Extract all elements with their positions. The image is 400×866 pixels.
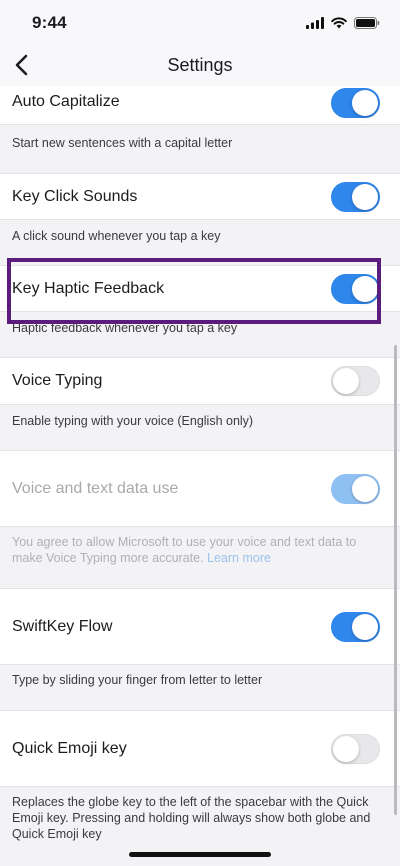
description-text: Start new sentences with a capital lette…: [12, 136, 233, 150]
setting-label: Voice and text data use: [12, 479, 179, 497]
setting-description-voice-and-text-data-use: You agree to allow Microsoft to use your…: [0, 527, 400, 589]
description-text: Type by sliding your finger from letter …: [12, 673, 263, 687]
setting-description-key-click-sounds: A click sound whenever you tap a key: [0, 220, 400, 266]
setting-row-key-haptic-feedback: Key Haptic Feedback: [0, 266, 400, 312]
description-text: Haptic feedback whenever you tap a key: [12, 321, 238, 335]
status-time: 9:44: [32, 13, 67, 32]
toggle-auto-capitalize[interactable]: [331, 88, 380, 118]
setting-label: Key Click Sounds: [12, 187, 138, 205]
toggle-knob: [352, 90, 378, 116]
description-text: Replaces the globe key to the left of th…: [12, 795, 371, 841]
setting-row-quick-emoji-key: Quick Emoji key: [0, 711, 400, 787]
status-icons: [306, 16, 380, 30]
scrollbar[interactable]: [394, 345, 397, 815]
description-text: A click sound whenever you tap a key: [12, 229, 221, 243]
toggle-key-haptic-feedback[interactable]: [331, 273, 380, 304]
setting-row-voice-typing: Voice Typing: [0, 358, 400, 405]
signal-icon: [306, 17, 324, 29]
setting-row-key-click-sounds: Key Click Sounds: [0, 174, 400, 220]
setting-description-key-haptic-feedback: Haptic feedback whenever you tap a key: [0, 312, 400, 358]
toggle-knob: [352, 613, 378, 640]
page-title: Settings: [167, 55, 233, 75]
home-indicator: [129, 852, 271, 857]
toggle-knob: [352, 275, 378, 302]
status-bar: 9:44: [0, 0, 400, 44]
description-text: Enable typing with your voice (English o…: [12, 414, 254, 428]
toggle-quick-emoji-key[interactable]: [331, 733, 380, 764]
toggle-voice-and-text-data-use[interactable]: [331, 473, 380, 504]
toggle-knob: [333, 368, 359, 394]
toggle-knob: [352, 183, 378, 210]
setting-label: Auto Capitalize: [12, 93, 120, 110]
setting-description-swiftkey-flow: Type by sliding your finger from letter …: [0, 665, 400, 711]
setting-row-voice-and-text-data-use: Voice and text data use: [0, 451, 400, 527]
setting-label: Key Haptic Feedback: [12, 279, 165, 297]
setting-description-auto-capitalize: Start new sentences with a capital lette…: [0, 125, 400, 174]
toggle-knob: [333, 735, 359, 762]
learn-more-link[interactable]: Learn more: [207, 551, 271, 565]
setting-label: Quick Emoji key: [12, 739, 127, 757]
navigation-bar: Settings: [0, 44, 400, 87]
description-text: You agree to allow Microsoft to use your…: [12, 534, 386, 566]
toggle-knob: [352, 475, 378, 502]
setting-label: SwiftKey Flow: [12, 617, 113, 635]
toggle-key-click-sounds[interactable]: [331, 181, 380, 212]
setting-label: Voice Typing: [12, 372, 103, 389]
description-body: You agree to allow Microsoft to use your…: [12, 535, 357, 565]
toggle-voice-typing[interactable]: [331, 366, 380, 396]
wifi-icon: [331, 17, 347, 29]
setting-description-voice-typing: Enable typing with your voice (English o…: [0, 405, 400, 451]
battery-icon: [354, 17, 380, 29]
setting-row-swiftkey-flow: SwiftKey Flow: [0, 589, 400, 665]
setting-row-auto-capitalize: Auto Capitalize: [0, 86, 400, 125]
toggle-swiftkey-flow[interactable]: [331, 611, 380, 642]
